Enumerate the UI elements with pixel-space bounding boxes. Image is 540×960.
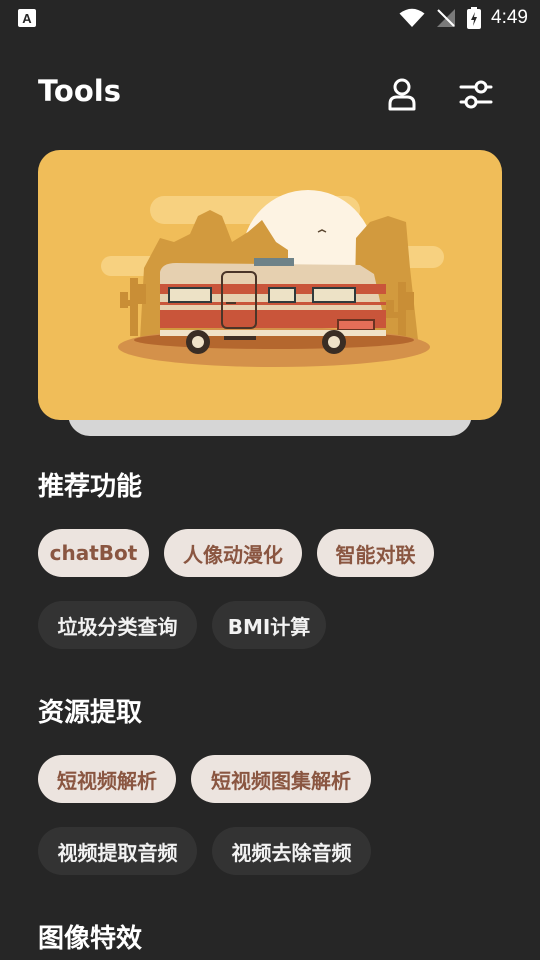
settings-button[interactable] [458, 76, 494, 112]
user-icon [388, 78, 416, 111]
chip-short-video-gallery-parse[interactable]: 短视频图集解析 [191, 755, 371, 803]
chip-garbage-classification[interactable]: 垃圾分类查询 [38, 601, 197, 649]
status-bar: A 4:49 [0, 0, 540, 36]
status-time: 4:49 [491, 7, 528, 28]
desert-camper-illustration [101, 190, 444, 367]
chip-video-remove-audio[interactable]: 视频去除音频 [212, 827, 371, 875]
chip-smart-couplet[interactable]: 智能对联 [317, 529, 434, 577]
section-title-image-effects: 图像特效 [38, 924, 143, 954]
signal-off-icon [437, 9, 456, 27]
chip-chatbot[interactable]: chatBot [38, 529, 149, 577]
battery-charging-icon [467, 7, 482, 29]
svg-text:A: A [22, 11, 32, 26]
section-title-recommended: 推荐功能 [38, 472, 143, 502]
sliders-icon [459, 80, 493, 109]
page-title: Tools [38, 74, 121, 108]
section-title-resource-extract: 资源提取 [38, 698, 143, 728]
notification-app-icon: A [18, 9, 36, 27]
app-header: Tools [38, 70, 502, 118]
chip-short-video-parse[interactable]: 短视频解析 [38, 755, 176, 803]
chip-portrait-anime[interactable]: 人像动漫化 [164, 529, 302, 577]
wifi-icon [399, 8, 425, 27]
profile-button[interactable] [384, 76, 420, 112]
banner-card[interactable] [38, 150, 502, 420]
chip-bmi-calculator[interactable]: BMI计算 [212, 601, 326, 649]
chip-video-extract-audio[interactable]: 视频提取音频 [38, 827, 197, 875]
